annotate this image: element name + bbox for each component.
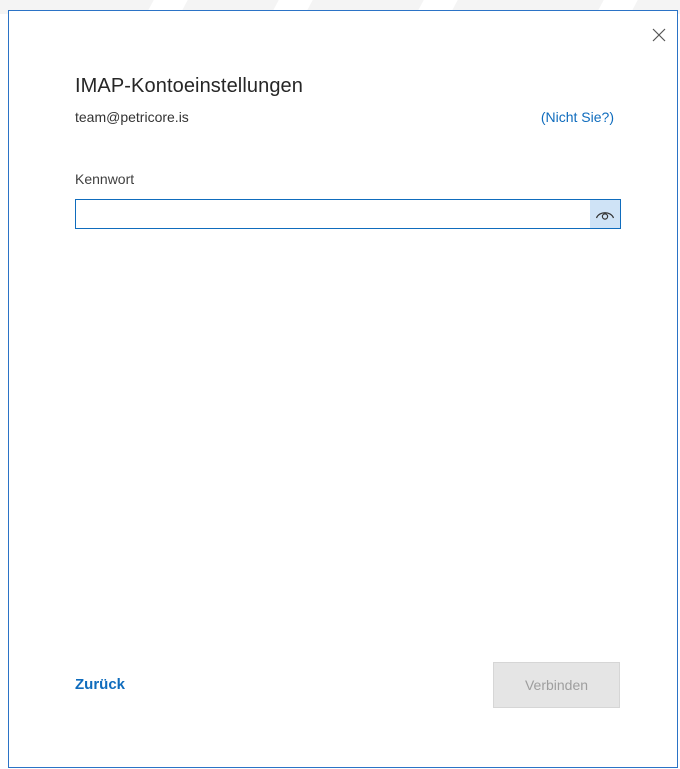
- not-you-link[interactable]: (Nicht Sie?): [541, 109, 614, 125]
- imap-settings-dialog: IMAP-Kontoeinstellungen team@petricore.i…: [8, 10, 678, 768]
- close-button[interactable]: [647, 23, 671, 47]
- close-icon: [652, 28, 666, 42]
- password-label: Kennwort: [75, 171, 135, 187]
- back-link[interactable]: Zurück: [75, 676, 125, 693]
- password-field: [75, 199, 621, 229]
- reveal-password-button[interactable]: [590, 200, 620, 228]
- screen: IMAP-Kontoeinstellungen team@petricore.i…: [0, 0, 680, 769]
- account-email: team@petricore.is: [75, 109, 189, 125]
- password-input[interactable]: [76, 200, 588, 228]
- dialog-title: IMAP-Kontoeinstellungen: [75, 75, 303, 97]
- connect-button[interactable]: Verbinden: [493, 662, 620, 708]
- eye-icon: [595, 212, 615, 220]
